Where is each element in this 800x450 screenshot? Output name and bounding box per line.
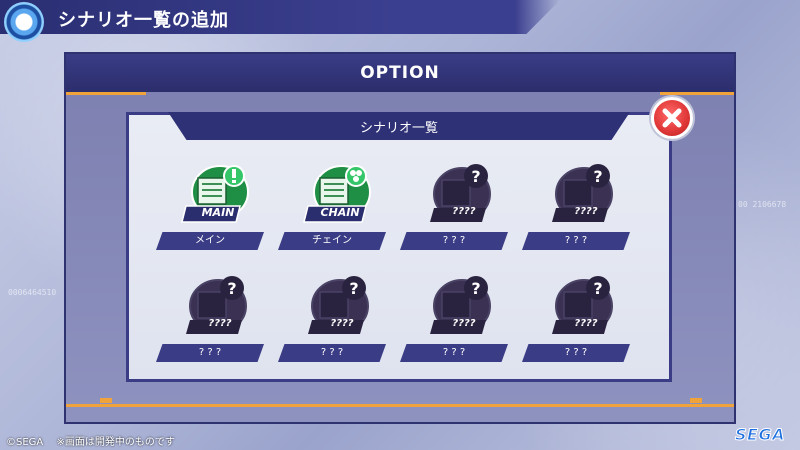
scenario-label: ? ? ? bbox=[522, 232, 630, 250]
scenario-badge: MAIN bbox=[201, 206, 235, 219]
background-code: 0006464510 bbox=[8, 288, 57, 297]
option-titlebar: OPTION bbox=[66, 54, 734, 92]
scenario-item-main[interactable]: MAIN メイン bbox=[156, 162, 264, 254]
scenario-panel-header: シナリオ一覧 bbox=[168, 112, 630, 140]
close-icon bbox=[662, 108, 682, 128]
decor-tick bbox=[100, 398, 112, 403]
svg-text:?: ? bbox=[471, 167, 480, 186]
scenario-label: メイン bbox=[156, 232, 264, 250]
svg-text:?: ? bbox=[471, 279, 480, 298]
footer-notice: ©SEGA ※画面は開発中のものです bbox=[6, 433, 175, 448]
scenario-label: ? ? ? bbox=[278, 344, 386, 362]
close-button[interactable] bbox=[651, 97, 693, 139]
copyright-text: ©SEGA bbox=[6, 437, 44, 448]
scenario-item-locked[interactable]: ? ???? ? ? ? bbox=[400, 162, 508, 254]
svg-text:?: ? bbox=[349, 279, 358, 298]
svg-text:?: ? bbox=[593, 279, 602, 298]
scenario-badge: ???? bbox=[574, 206, 598, 217]
scenario-label: チェイン bbox=[278, 232, 386, 250]
development-note: ※画面は開発中のものです bbox=[56, 437, 175, 448]
scenario-item-locked[interactable]: ? ???? ? ? ? bbox=[522, 274, 630, 366]
scenario-label: ? ? ? bbox=[522, 344, 630, 362]
scenario-badge: CHAIN bbox=[320, 206, 360, 219]
scenario-item-locked[interactable]: ? ???? ? ? ? bbox=[522, 162, 630, 254]
decor-rail bbox=[660, 92, 734, 95]
scenario-label: ? ? ? bbox=[400, 344, 508, 362]
scenario-badge: ???? bbox=[452, 318, 476, 329]
scenario-item-chain[interactable]: CHAIN チェイン bbox=[278, 162, 386, 254]
scenario-badge: ???? bbox=[208, 318, 232, 329]
scenario-badge: ???? bbox=[452, 206, 476, 217]
scenario-label: ? ? ? bbox=[156, 344, 264, 362]
scenario-item-locked[interactable]: ? ???? ? ? ? bbox=[400, 274, 508, 366]
scenario-badge: ???? bbox=[574, 318, 598, 329]
svg-text:?: ? bbox=[227, 279, 236, 298]
scenario-badge: ???? bbox=[330, 318, 354, 329]
option-title: OPTION bbox=[360, 63, 440, 83]
screen-title: シナリオ一覧の追加 bbox=[58, 10, 229, 31]
scenario-item-locked[interactable]: ? ???? ? ? ? bbox=[156, 274, 264, 366]
scenario-item-locked[interactable]: ? ???? ? ? ? bbox=[278, 274, 386, 366]
decor-rail bbox=[66, 92, 146, 95]
scenario-panel-title: シナリオ一覧 bbox=[359, 121, 438, 136]
menu-orb-icon[interactable] bbox=[4, 2, 44, 42]
sega-logo: SEGA bbox=[735, 425, 785, 445]
decor-rail bbox=[66, 404, 734, 407]
svg-text:?: ? bbox=[593, 167, 602, 186]
background-code: 00 2106678 bbox=[738, 200, 787, 209]
scenario-label: ? ? ? bbox=[400, 232, 508, 250]
decor-tick bbox=[690, 398, 702, 403]
